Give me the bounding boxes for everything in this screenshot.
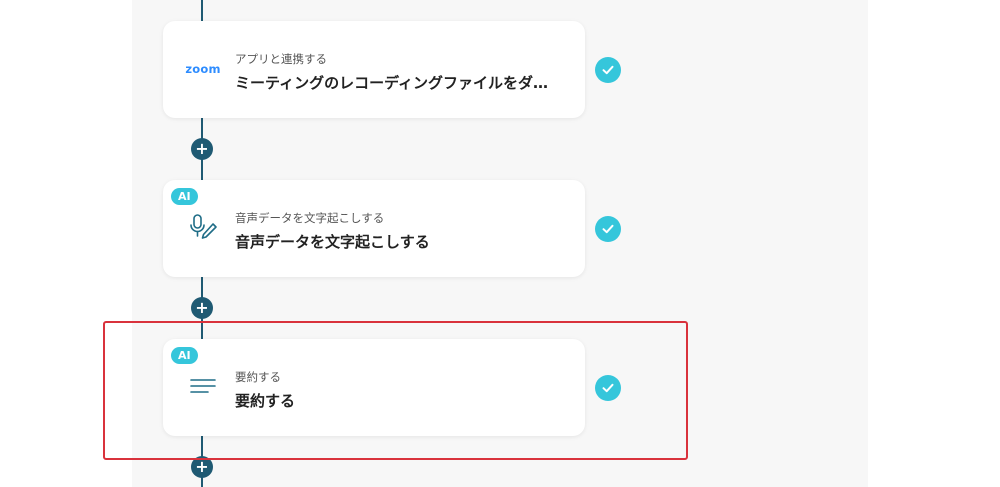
ai-badge: AI: [171, 188, 198, 205]
add-step-button[interactable]: +: [191, 456, 213, 478]
add-step-button[interactable]: +: [191, 138, 213, 160]
zoom-logo-icon: zoom: [185, 51, 221, 87]
step-subtitle: アプリと連携する: [235, 52, 327, 66]
step-subtitle: 要約する: [235, 370, 281, 384]
check-icon: [595, 375, 621, 401]
step-title: 要約する: [235, 392, 296, 410]
step-card-zoom[interactable]: zoom アプリと連携する ミーティングのレコーディングファイルをダ…: [163, 21, 585, 118]
check-icon: [595, 57, 621, 83]
ai-badge: AI: [171, 347, 198, 364]
step-subtitle: 音声データを文字起こしする: [235, 211, 385, 225]
step-title: ミーティングのレコーディングファイルをダ…: [235, 74, 549, 92]
zoom-logo-text: zoom: [185, 62, 221, 76]
step-card-transcribe[interactable]: AI 音声データを文字起こしする 音声データを文字起こしする: [163, 180, 585, 277]
check-icon: [595, 216, 621, 242]
add-step-button[interactable]: +: [191, 297, 213, 319]
microphone-pen-icon: [185, 210, 221, 246]
step-card-summarize[interactable]: AI 要約する 要約する: [163, 339, 585, 436]
text-lines-icon: [185, 369, 221, 405]
step-title: 音声データを文字起こしする: [235, 233, 430, 251]
